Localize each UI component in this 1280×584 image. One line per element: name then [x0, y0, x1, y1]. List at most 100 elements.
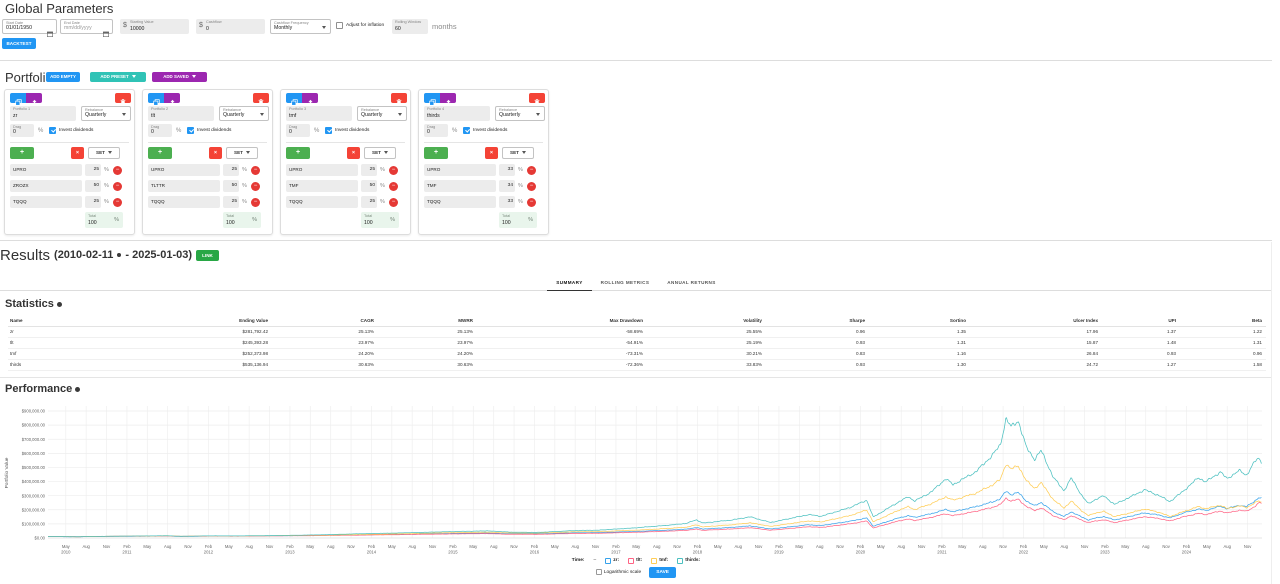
ticker-input[interactable]: UPRO: [286, 164, 358, 176]
ticker-input[interactable]: ZROZX: [10, 180, 82, 192]
weight-input[interactable]: 33: [499, 164, 515, 176]
weight-input[interactable]: 25: [223, 196, 239, 208]
drag-field[interactable]: Drag0: [286, 124, 310, 137]
series-checkbox-tlt[interactable]: [628, 558, 634, 564]
save-portfolio-button[interactable]: [440, 93, 456, 103]
portfolio-name-field[interactable]: Portfolio 1zr: [10, 106, 76, 121]
set-weights-dropdown[interactable]: SET: [502, 147, 534, 159]
add-holding-button[interactable]: +: [424, 147, 448, 159]
invest-dividends-checkbox[interactable]: [49, 127, 56, 134]
copy-portfolio-button[interactable]: [424, 93, 440, 103]
portfolio-name-field[interactable]: Portfolio 2tlt: [148, 106, 214, 121]
ticker-input[interactable]: UPRO: [10, 164, 82, 176]
clear-holdings-button[interactable]: ×: [71, 147, 84, 159]
start-date-field[interactable]: Start Date 01/01/1950: [2, 19, 57, 34]
delete-portfolio-button[interactable]: [115, 93, 131, 103]
series-checkbox-zr[interactable]: [605, 558, 611, 564]
log-scale-checkbox[interactable]: [596, 569, 602, 575]
log-scale-toggle[interactable]: Logarithmic scale: [596, 569, 641, 575]
link-button[interactable]: LINK: [196, 250, 219, 261]
ticker-input[interactable]: UPRO: [148, 164, 220, 176]
ticker-input[interactable]: TQQQ: [10, 196, 82, 208]
remove-holding-button[interactable]: −: [527, 198, 536, 207]
save-portfolio-button[interactable]: [164, 93, 180, 103]
calendar-icon[interactable]: [47, 24, 53, 30]
add-holding-button[interactable]: +: [286, 147, 310, 159]
tab-rolling-metrics[interactable]: ROLLING METRICS: [592, 276, 659, 290]
set-weights-dropdown[interactable]: SET: [364, 147, 396, 159]
remove-holding-button[interactable]: −: [389, 198, 398, 207]
remove-holding-button[interactable]: −: [389, 182, 398, 191]
clear-holdings-button[interactable]: ×: [347, 147, 360, 159]
add-holding-button[interactable]: +: [10, 147, 34, 159]
weight-input[interactable]: 25: [223, 164, 239, 176]
clear-holdings-button[interactable]: ×: [209, 147, 222, 159]
drag-field[interactable]: Drag0: [424, 124, 448, 137]
add-saved-button[interactable]: ADD SAVED: [152, 72, 207, 82]
rebalance-select[interactable]: RebalanceQuarterly: [357, 106, 407, 121]
series-checkbox-tmf[interactable]: [651, 558, 657, 564]
remove-holding-button[interactable]: −: [527, 166, 536, 175]
weight-input[interactable]: 34: [499, 180, 515, 192]
copy-portfolio-button[interactable]: [286, 93, 302, 103]
remove-holding-button[interactable]: −: [251, 198, 260, 207]
rebalance-select[interactable]: RebalanceQuarterly: [81, 106, 131, 121]
weight-input[interactable]: 50: [223, 180, 239, 192]
drag-field[interactable]: Drag0: [10, 124, 34, 137]
weight-input[interactable]: 50: [85, 180, 101, 192]
series-toggle-tmf[interactable]: tmf:: [651, 558, 668, 564]
cashflow-frequency-select[interactable]: Cashflow Frequency Monthly: [270, 19, 331, 34]
series-checkbox-thirds[interactable]: [677, 558, 683, 564]
rebalance-select[interactable]: RebalanceQuarterly: [219, 106, 269, 121]
adjust-for-inflation-checkbox[interactable]: [336, 22, 343, 29]
weight-input[interactable]: 25: [361, 164, 377, 176]
save-button[interactable]: SAVE: [649, 567, 676, 578]
invest-dividends-checkbox[interactable]: [325, 127, 332, 134]
remove-holding-button[interactable]: −: [527, 182, 536, 191]
cashflow-field[interactable]: $ Cashflow 0: [196, 19, 265, 34]
series-toggle-thirds[interactable]: thirds:: [677, 558, 700, 564]
add-preset-button[interactable]: ADD PRESET: [90, 72, 146, 82]
remove-holding-button[interactable]: −: [113, 166, 122, 175]
drag-field[interactable]: Drag0: [148, 124, 172, 137]
weight-input[interactable]: 25: [85, 164, 101, 176]
delete-portfolio-button[interactable]: [391, 93, 407, 103]
info-icon[interactable]: [117, 253, 121, 257]
weight-input[interactable]: 25: [85, 196, 101, 208]
calendar-icon[interactable]: [103, 24, 109, 30]
ticker-input[interactable]: TMF: [286, 180, 358, 192]
remove-holding-button[interactable]: −: [251, 182, 260, 191]
remove-holding-button[interactable]: −: [389, 166, 398, 175]
tab-summary[interactable]: SUMMARY: [547, 276, 591, 291]
set-weights-dropdown[interactable]: SET: [88, 147, 120, 159]
weight-input[interactable]: 25: [361, 196, 377, 208]
weight-input[interactable]: 50: [361, 180, 377, 192]
ticker-input[interactable]: TQQQ: [148, 196, 220, 208]
end-date-field[interactable]: End Date mm/dd/yyyy: [60, 19, 113, 34]
series-toggle-zr[interactable]: zr:: [605, 558, 619, 564]
info-icon[interactable]: [75, 387, 80, 392]
clear-holdings-button[interactable]: ×: [485, 147, 498, 159]
ticker-input[interactable]: TMF: [424, 180, 496, 192]
ticker-input[interactable]: TQQQ: [286, 196, 358, 208]
tab-annual-returns[interactable]: ANNUAL RETURNS: [658, 276, 724, 290]
ticker-input[interactable]: UPRO: [424, 164, 496, 176]
ticker-input[interactable]: TLTTR: [148, 180, 220, 192]
delete-portfolio-button[interactable]: [253, 93, 269, 103]
add-holding-button[interactable]: +: [148, 147, 172, 159]
backtest-button[interactable]: BACKTEST: [2, 38, 36, 49]
add-empty-button[interactable]: ADD EMPTY: [46, 72, 80, 82]
invest-dividends-checkbox[interactable]: [187, 127, 194, 134]
portfolio-name-field[interactable]: Portfolio 3tmf: [286, 106, 352, 121]
portfolio-name-field[interactable]: Portfolio 4thirds: [424, 106, 490, 121]
copy-portfolio-button[interactable]: [148, 93, 164, 103]
remove-holding-button[interactable]: −: [251, 166, 260, 175]
performance-chart[interactable]: May2010AugNovFeb2011MayAugNovFeb2012MayA…: [0, 0, 1280, 584]
invest-dividends-checkbox[interactable]: [463, 127, 470, 134]
set-weights-dropdown[interactable]: SET: [226, 147, 258, 159]
info-icon[interactable]: [57, 302, 62, 307]
starting-value-field[interactable]: $ Starting Value 10000: [120, 19, 189, 34]
remove-holding-button[interactable]: −: [113, 198, 122, 207]
save-portfolio-button[interactable]: [26, 93, 42, 103]
rolling-window-field[interactable]: Rolling Window 60: [392, 19, 428, 34]
